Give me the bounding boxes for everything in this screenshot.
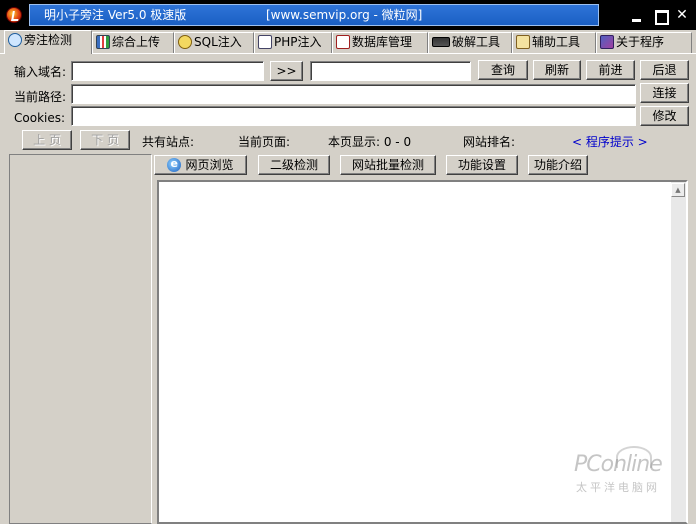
batch-check-button[interactable]: 网站批量检测 [340, 155, 436, 175]
close-icon[interactable]: ✕ [672, 5, 692, 25]
connect-button[interactable]: 连接 [640, 83, 689, 103]
site-rank-label: 网站排名: [463, 135, 516, 149]
title-bar: 明小子旁注 Ver5.0 极速版 [www.semvip.org - 微粒网] … [0, 0, 696, 30]
refresh-button[interactable]: 刷新 [533, 60, 581, 80]
watermark-sub: 太平洋电脑网 [576, 481, 660, 494]
database-icon [336, 35, 350, 49]
tab-label: 数据库管理 [352, 35, 413, 49]
app-logo-icon [6, 7, 22, 23]
scroll-up-arrow-icon[interactable]: ▲ [671, 183, 685, 197]
tab-label: 关于程序 [616, 35, 665, 49]
tab-label: 破解工具 [452, 35, 501, 49]
window-title-name: 明小子旁注 Ver5.0 极速版 [44, 8, 187, 22]
maximize-icon[interactable] [650, 5, 670, 25]
window-title-url: [www.semvip.org - 微粒网] [266, 8, 423, 22]
minimize-icon[interactable] [626, 5, 646, 25]
modify-button[interactable]: 修改 [640, 106, 689, 126]
tab-label: 辅助工具 [532, 35, 581, 49]
crack-tool-icon [432, 37, 450, 47]
book-icon [600, 35, 614, 49]
tab-label: SQL注入 [194, 35, 242, 49]
ip-input[interactable] [310, 61, 471, 81]
arrow-button[interactable]: >> [270, 61, 303, 81]
path-label: 当前路径: [14, 90, 67, 104]
cookies-input[interactable] [71, 106, 636, 126]
intro-button[interactable]: 功能介绍 [528, 155, 588, 175]
domain-input[interactable] [71, 61, 264, 81]
watermark-main: PConline [574, 452, 663, 477]
tab-sql-injection[interactable]: SQL注入 [174, 32, 254, 53]
current-page-label: 当前页面: [238, 135, 291, 149]
domain-label: 输入域名: [14, 65, 67, 79]
tab-upload[interactable]: 综合上传 [92, 32, 174, 53]
prev-page-button[interactable]: 上 页 [22, 130, 72, 150]
browse-button[interactable]: 网页浏览 [154, 155, 247, 175]
second-level-check-button[interactable]: 二级检测 [258, 155, 330, 175]
browser-icon [167, 155, 182, 173]
php-doc-icon [258, 35, 272, 49]
clipboard-icon [516, 35, 530, 49]
site-list-panel[interactable] [9, 154, 152, 524]
window-title: 明小子旁注 Ver5.0 极速版 [www.semvip.org - 微粒网] [29, 4, 599, 26]
tab-bar: 旁注检测 综合上传 SQL注入 PHP注入 数据库管理 破解工具 辅助工具 关于… [0, 30, 696, 54]
cookies-label: Cookies: [14, 111, 66, 125]
query-button[interactable]: 查询 [478, 60, 528, 80]
magnifier-icon [8, 33, 22, 47]
tab-label: 综合上传 [112, 35, 161, 49]
tab-about[interactable]: 关于程序 [596, 32, 692, 53]
browse-label: 网页浏览 [185, 158, 234, 172]
tab-aux-tools[interactable]: 辅助工具 [512, 32, 596, 53]
page-display-label: 本页显示: 0 - 0 [328, 135, 412, 149]
chart-icon [96, 35, 110, 49]
sql-search-icon [178, 35, 192, 49]
tab-label: PHP注入 [274, 35, 322, 49]
program-tip-link[interactable]: < 程序提示 > [572, 133, 648, 150]
watermark: PConline 太平洋电脑网 [566, 446, 690, 494]
tab-sidenote-check[interactable]: 旁注检测 [4, 30, 92, 54]
tab-crack-tools[interactable]: 破解工具 [428, 32, 512, 53]
next-page-button[interactable]: 下 页 [80, 130, 130, 150]
path-input[interactable] [71, 84, 636, 104]
back-button[interactable]: 后退 [640, 60, 689, 80]
settings-button[interactable]: 功能设置 [446, 155, 518, 175]
tab-database[interactable]: 数据库管理 [332, 32, 428, 53]
tab-label: 旁注检测 [24, 33, 73, 47]
tab-php-injection[interactable]: PHP注入 [254, 32, 332, 53]
total-sites-label: 共有站点: [142, 135, 195, 149]
forward-button[interactable]: 前进 [586, 60, 635, 80]
